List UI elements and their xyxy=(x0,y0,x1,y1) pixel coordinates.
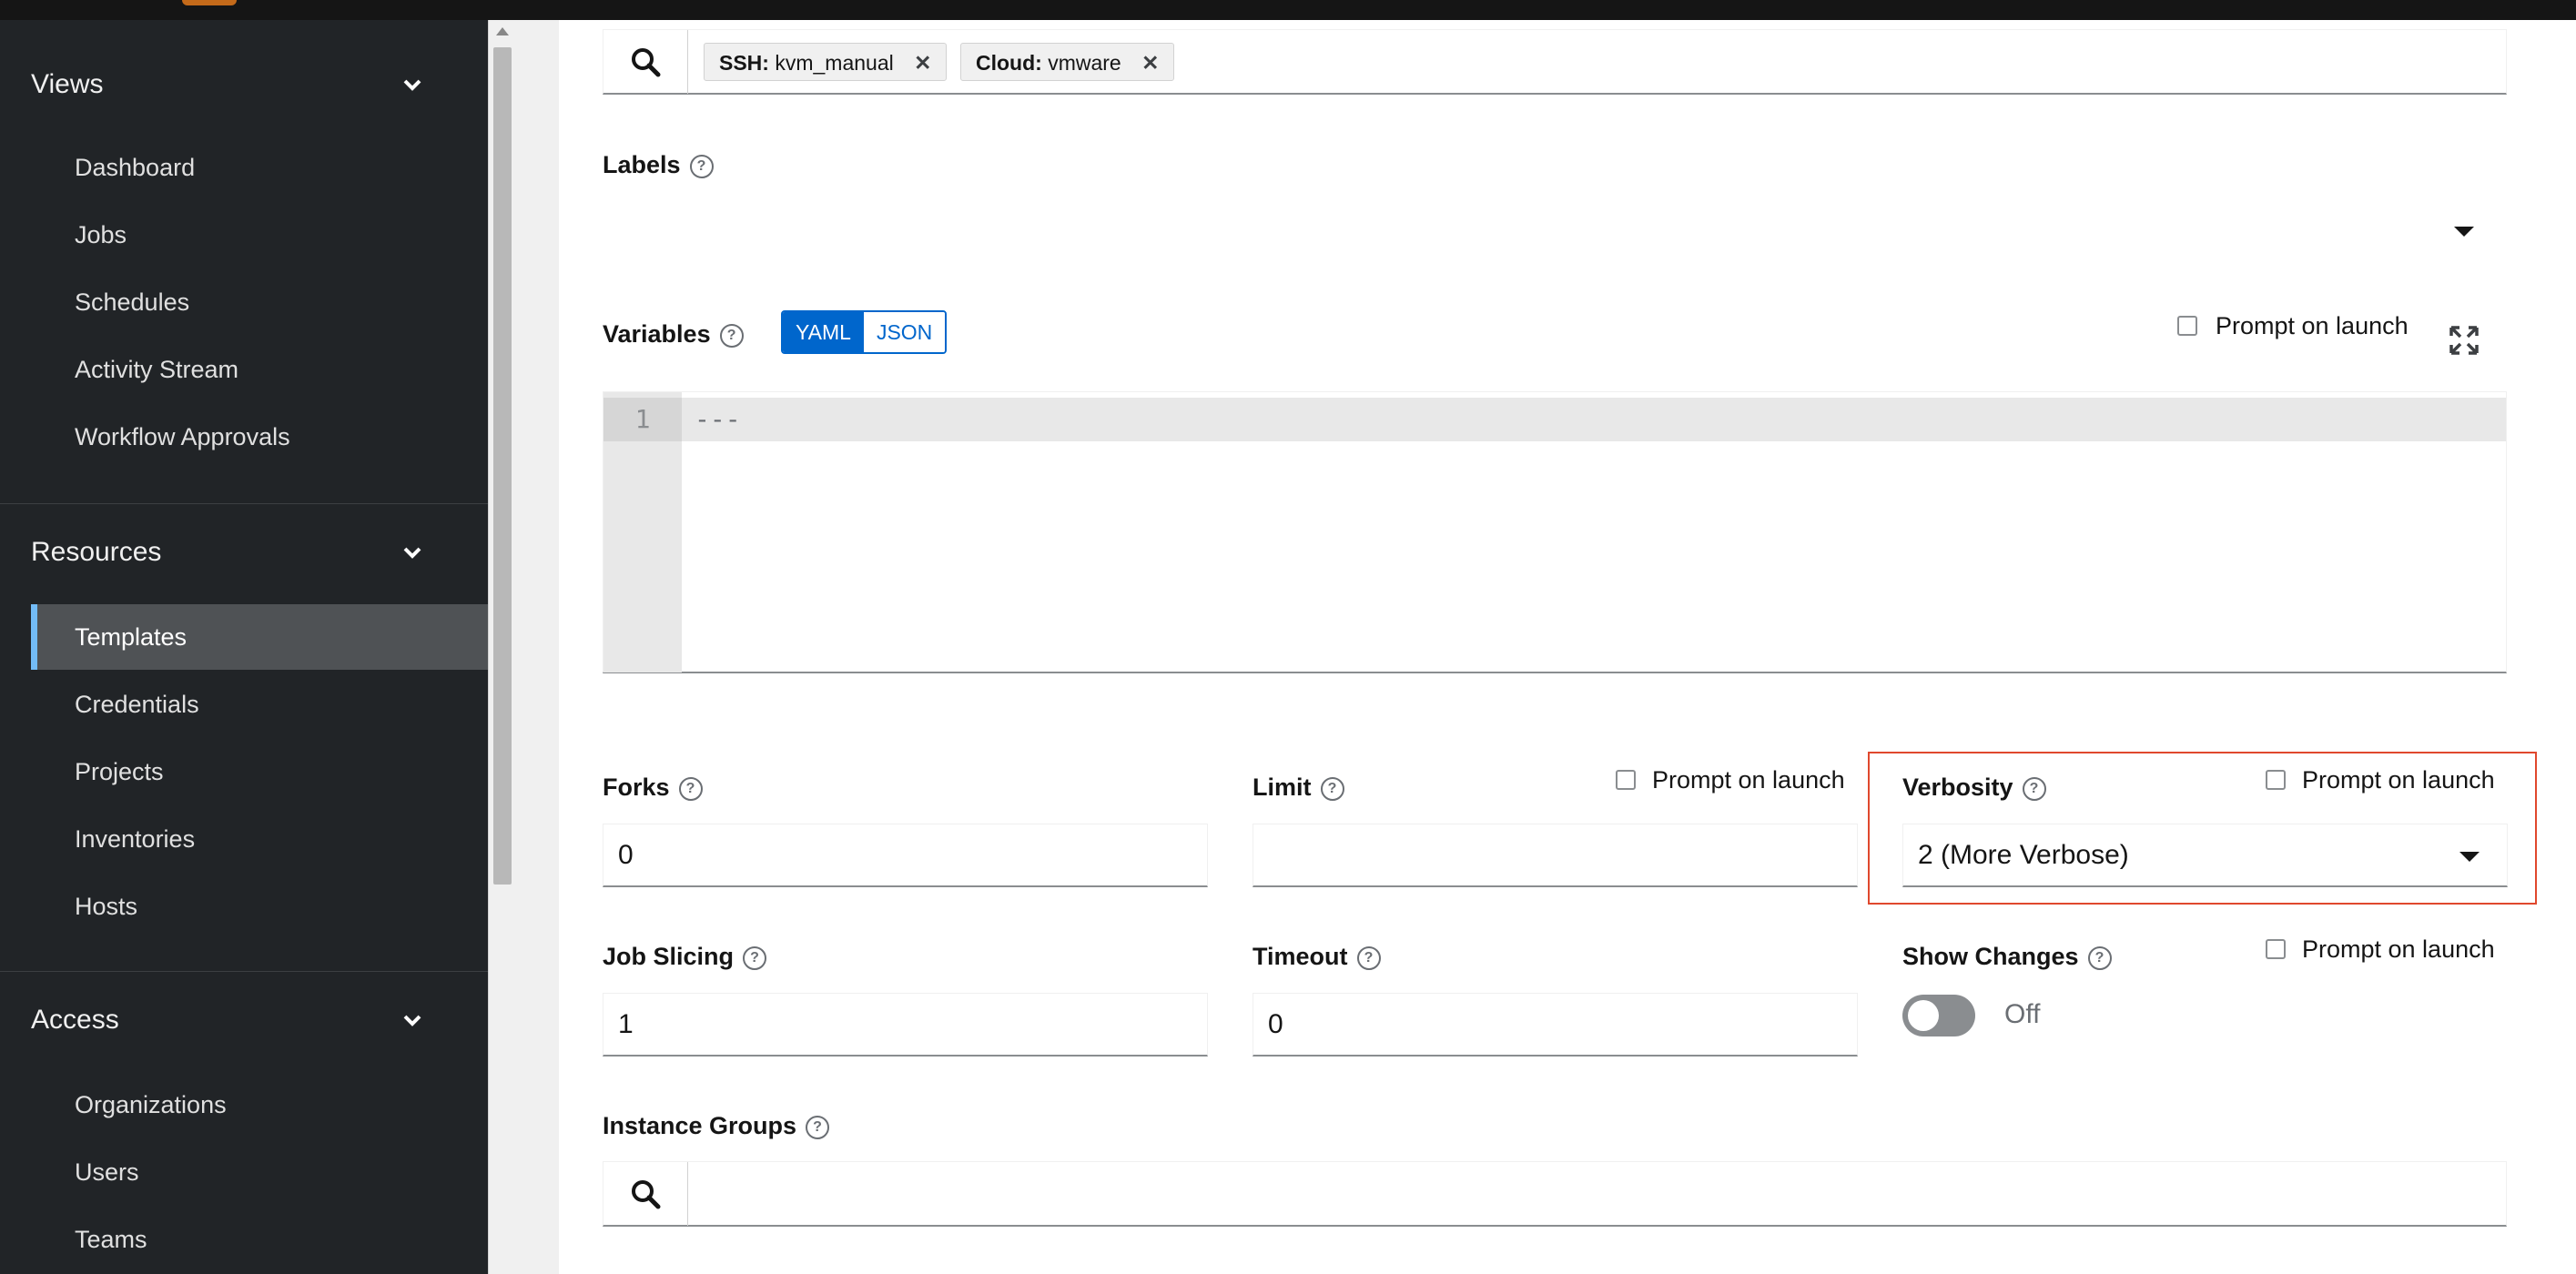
brand-logo xyxy=(182,0,237,5)
json-toggle-button[interactable]: JSON xyxy=(863,312,946,352)
help-icon[interactable]: ? xyxy=(1320,776,1344,801)
instance-groups-search-button[interactable] xyxy=(603,1162,688,1226)
job-slicing-label-text: Job Slicing xyxy=(603,943,735,970)
chip-value: kvm_manual xyxy=(775,51,894,75)
search-icon xyxy=(632,1180,661,1209)
job-slicing-input[interactable]: 1 xyxy=(603,993,1208,1057)
scroll-up-arrow-icon[interactable] xyxy=(496,27,509,35)
show-changes-switch[interactable] xyxy=(1902,995,1975,1036)
verbosity-selected-value: 2 (More Verbose) xyxy=(1918,840,2129,870)
chevron-down-icon[interactable] xyxy=(401,73,424,96)
labels-select[interactable] xyxy=(603,202,2507,260)
nav-divider xyxy=(0,503,488,504)
labels-label: Labels? xyxy=(603,151,714,179)
verbosity-label: Verbosity? xyxy=(1902,774,2046,802)
limit-label-text: Limit xyxy=(1253,774,1312,801)
nav-group-views[interactable]: Views xyxy=(31,69,103,100)
timeout-label-text: Timeout xyxy=(1253,943,1348,970)
job-slicing-label: Job Slicing? xyxy=(603,943,767,971)
chip-value: vmware xyxy=(1048,51,1121,75)
page-scrollbar[interactable] xyxy=(488,20,516,1274)
sidebar-item-inventories[interactable]: Inventories xyxy=(31,806,488,872)
close-icon[interactable]: ✕ xyxy=(914,51,931,75)
labels-label-text: Labels xyxy=(603,151,681,178)
sidebar-item-organizations[interactable]: Organizations xyxy=(31,1072,488,1138)
limit-prompt-label: Prompt on launch xyxy=(1652,766,1845,794)
nav-group-access[interactable]: Access xyxy=(31,1005,119,1036)
variables-label-text: Variables xyxy=(603,320,711,348)
show-changes-label: Show Changes? xyxy=(1902,943,2112,971)
chip-key: SSH: xyxy=(719,51,769,75)
sidebar-item-activity-stream[interactable]: Activity Stream xyxy=(31,337,488,402)
show-changes-label-text: Show Changes xyxy=(1902,943,2079,970)
limit-label: Limit? xyxy=(1253,774,1344,802)
sidebar-item-teams[interactable]: Teams xyxy=(31,1207,488,1272)
sidebar-item-templates[interactable]: Templates xyxy=(31,604,488,670)
instance-groups-label: Instance Groups? xyxy=(603,1112,830,1140)
variables-code-editor[interactable]: 1 --- xyxy=(603,391,2507,673)
help-icon[interactable]: ? xyxy=(719,323,744,348)
scrollbar-thumb[interactable] xyxy=(493,47,512,885)
expand-icon[interactable] xyxy=(2449,325,2480,356)
instance-groups-label-text: Instance Groups xyxy=(603,1112,797,1139)
help-icon[interactable]: ? xyxy=(743,945,767,970)
search-icon xyxy=(632,48,661,77)
sidebar-item-dashboard[interactable]: Dashboard xyxy=(31,135,488,200)
instance-groups-lookup[interactable] xyxy=(603,1161,2507,1227)
show-changes-state: Off xyxy=(2004,999,2041,1029)
verbosity-label-text: Verbosity xyxy=(1902,774,2013,801)
sidebar-item-credentials[interactable]: Credentials xyxy=(31,672,488,737)
close-icon[interactable]: ✕ xyxy=(1141,51,1159,75)
credential-chip-ssh: SSH: kvm_manual ✕ xyxy=(704,43,948,81)
sidebar-item-schedules[interactable]: Schedules xyxy=(31,269,488,335)
masthead xyxy=(0,0,2576,20)
variables-prompt-label: Prompt on launch xyxy=(2216,312,2409,339)
limit-prompt-checkbox[interactable] xyxy=(1616,770,1636,790)
sidebar-item-workflow-approvals[interactable]: Workflow Approvals xyxy=(31,404,488,470)
limit-input[interactable] xyxy=(1253,824,1858,887)
verbosity-prompt-label: Prompt on launch xyxy=(2302,766,2495,794)
forks-label: Forks? xyxy=(603,774,703,802)
verbosity-prompt-checkbox[interactable] xyxy=(2266,770,2286,790)
help-icon[interactable]: ? xyxy=(2022,776,2046,801)
chevron-down-icon[interactable] xyxy=(401,1008,424,1032)
sidebar-item-jobs[interactable]: Jobs xyxy=(31,202,488,268)
variables-label: Variables? xyxy=(603,320,744,349)
show-changes-prompt-checkbox[interactable] xyxy=(2266,939,2286,959)
nav-group-resources[interactable]: Resources xyxy=(31,537,161,568)
help-icon[interactable]: ? xyxy=(2087,945,2112,970)
sidebar-item-projects[interactable]: Projects xyxy=(31,739,488,804)
editor-line-text[interactable]: --- xyxy=(695,398,741,441)
credential-search-button[interactable] xyxy=(603,30,688,94)
caret-down-icon[interactable] xyxy=(2454,227,2474,237)
timeout-input[interactable]: 0 xyxy=(1253,993,1858,1057)
switch-knob xyxy=(1908,1000,1939,1031)
credential-lookup[interactable]: SSH: kvm_manual ✕ Cloud: vmware ✕ xyxy=(603,29,2507,95)
sidebar-item-users[interactable]: Users xyxy=(31,1139,488,1205)
nav-divider xyxy=(0,971,488,972)
variables-prompt-checkbox[interactable] xyxy=(2177,316,2197,336)
help-icon[interactable]: ? xyxy=(689,154,714,178)
variables-format-toggle: YAML JSON xyxy=(781,310,948,354)
sidebar-item-hosts[interactable]: Hosts xyxy=(31,874,488,939)
help-icon[interactable]: ? xyxy=(1356,945,1381,970)
editor-line-number: 1 xyxy=(603,398,682,441)
chevron-down-icon[interactable] xyxy=(401,541,424,564)
chip-key: Cloud: xyxy=(976,51,1042,75)
yaml-toggle-button[interactable]: YAML xyxy=(783,312,864,352)
timeout-label: Timeout? xyxy=(1253,943,1381,971)
forks-label-text: Forks xyxy=(603,774,670,801)
forks-input[interactable]: 0 xyxy=(603,824,1208,887)
show-changes-prompt-label: Prompt on launch xyxy=(2302,935,2495,963)
sidebar-nav: Views Dashboard Jobs Schedules Activity … xyxy=(0,20,488,1274)
verbosity-select[interactable]: 2 (More Verbose) xyxy=(1902,824,2508,887)
editor-active-line xyxy=(603,398,2506,441)
help-icon[interactable]: ? xyxy=(678,776,703,801)
caret-down-icon[interactable] xyxy=(2459,852,2480,862)
help-icon[interactable]: ? xyxy=(806,1115,830,1139)
credential-chip-cloud: Cloud: vmware ✕ xyxy=(960,43,1175,81)
